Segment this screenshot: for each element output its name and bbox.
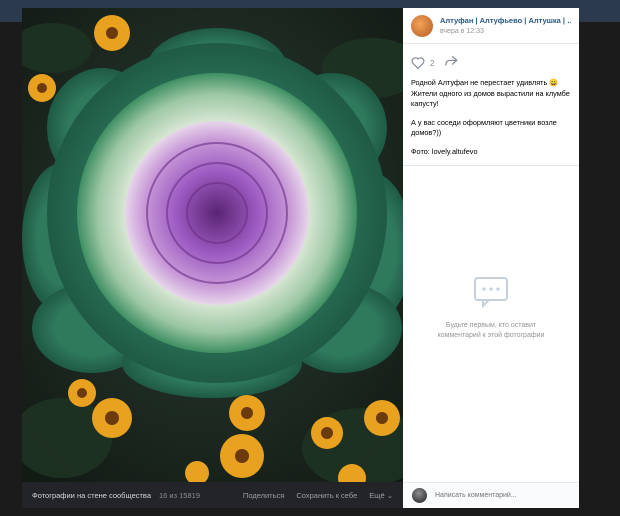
save-photo-button[interactable]: Сохранить к себе [296, 491, 357, 500]
empty-comments-text: Будьте первым, кто оставит комментарий к… [437, 322, 545, 340]
photo-bottom-bar: Фотографии на стене сообщества 16 из 158… [22, 482, 403, 508]
post-paragraph: Родной Алтуфан не перестает удивлять 😀 Ж… [411, 78, 570, 109]
post-header: Алтуфан | Алтуфьево | Алтушка | С... вче… [403, 8, 579, 44]
ornamental-cabbage-image [22, 8, 403, 482]
post-text: Родной Алтуфан не перестает удивлять 😀 Ж… [403, 78, 579, 157]
comment-bubble-icon [474, 277, 508, 309]
more-button[interactable]: Ещё ⌄ [369, 491, 393, 500]
divider [403, 165, 579, 167]
empty-comments: Будьте первым, кто оставит комментарий к… [403, 276, 579, 341]
like-button[interactable]: 2 [411, 57, 434, 69]
comment-box [403, 482, 579, 508]
post-paragraph: Фото: lovely.altufevo [411, 146, 478, 156]
user-avatar [412, 488, 427, 503]
photo-viewer: Фотографии на стене сообщества 16 из 158… [22, 8, 579, 508]
photo[interactable] [22, 8, 403, 482]
share-photo-button[interactable]: Поделиться [243, 491, 284, 500]
photo-counter: 16 из 15819 [159, 490, 200, 500]
share-arrow-icon [445, 55, 459, 66]
post-time[interactable]: вчера в 12:33 [440, 28, 571, 35]
post-sidebar: Алтуфан | Алтуфьево | Алтушка | С... вче… [403, 8, 579, 508]
reactions-row: 2 [403, 44, 579, 78]
community-name[interactable]: Алтуфан | Алтуфьево | Алтушка | С... [440, 16, 571, 25]
community-avatar[interactable] [411, 14, 433, 37]
comment-input[interactable] [435, 492, 565, 499]
photo-actions: Поделиться Сохранить к себе Ещё ⌄ [243, 491, 393, 500]
album-link[interactable]: Фотографии на стене сообщества [32, 491, 151, 500]
share-button[interactable] [444, 54, 459, 72]
like-count: 2 [430, 58, 435, 68]
post-paragraph: А у вас соседи оформляют цветники возле … [411, 117, 557, 138]
heart-icon [411, 57, 425, 69]
